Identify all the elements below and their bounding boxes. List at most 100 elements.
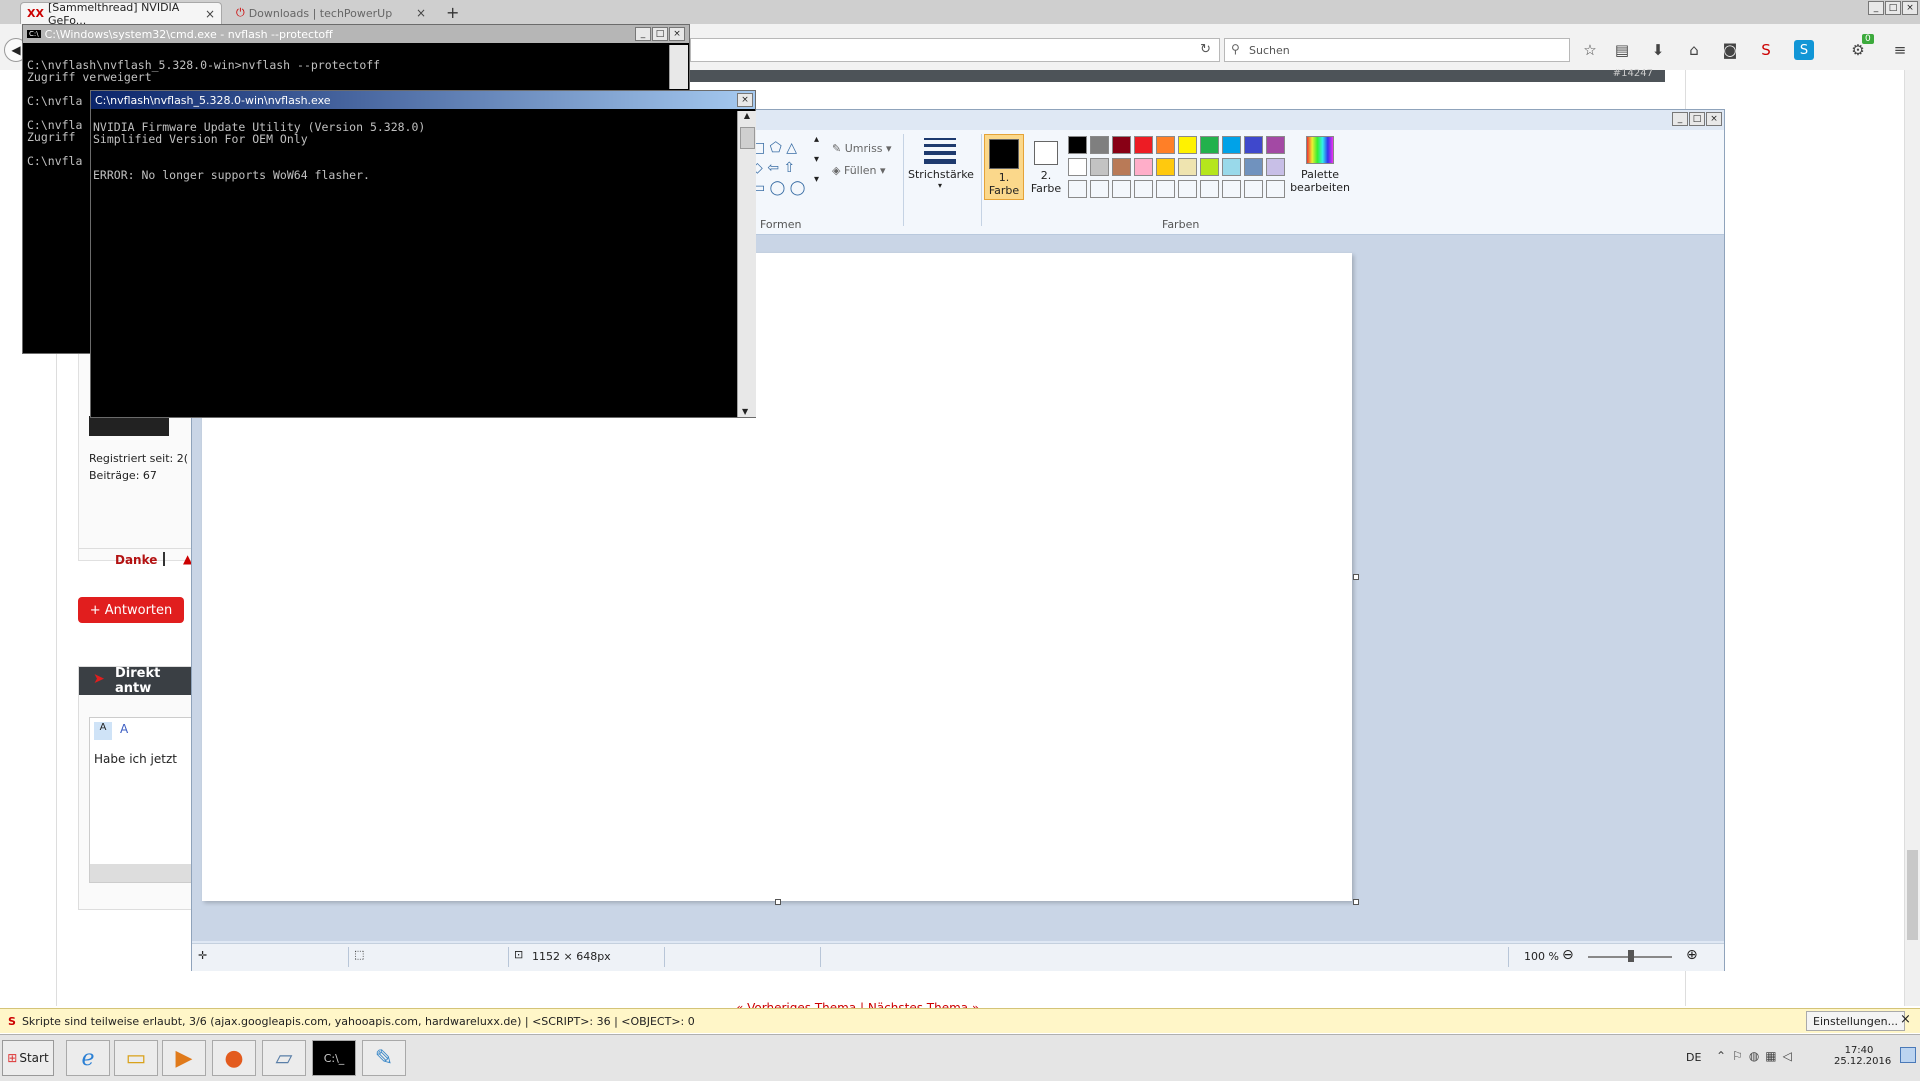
palette-swatch[interactable] — [1222, 136, 1241, 154]
scrollbar-thumb[interactable] — [740, 127, 755, 149]
pocket-icon[interactable]: ◙ — [1718, 38, 1742, 62]
resize-handle-bottom[interactable] — [775, 899, 781, 905]
noscript-settings-button[interactable]: Einstellungen... — [1806, 1011, 1906, 1031]
paint-minimize-button[interactable]: _ — [1672, 112, 1688, 126]
palette-swatch[interactable] — [1178, 180, 1197, 198]
cmd-back-titlebar[interactable]: C:\ C:\Windows\system32\cmd.exe - nvflas… — [23, 25, 689, 43]
palette-swatch[interactable] — [1222, 180, 1241, 198]
palette-swatch[interactable] — [1134, 180, 1153, 198]
editor-text[interactable]: Habe ich jetzt — [94, 752, 177, 766]
text-color-icon[interactable]: A — [120, 722, 128, 736]
palette-swatch[interactable] — [1156, 136, 1175, 154]
palette-swatch[interactable] — [1200, 180, 1219, 198]
cmd-window-front[interactable]: C:\nvflash\nvflash_5.328.0-win\nvflash.e… — [90, 90, 756, 418]
palette-swatch[interactable] — [1178, 158, 1197, 176]
start-button[interactable]: ⊞ Start — [2, 1040, 54, 1076]
palette-swatch[interactable] — [1244, 180, 1263, 198]
tray-icons[interactable]: ⌃⚐◍▦◁ — [1716, 1049, 1798, 1063]
palette-swatch[interactable] — [1134, 158, 1153, 176]
explorer-folder-icon[interactable]: ▭ — [114, 1040, 158, 1076]
maximize-button[interactable]: □ — [1885, 1, 1901, 15]
firefox-icon[interactable]: ● — [212, 1040, 256, 1076]
show-desktop-icon[interactable] — [1900, 1047, 1916, 1063]
color1-button[interactable]: 1. Farbe — [984, 134, 1024, 200]
search-input[interactable]: ⚲ Suchen — [1224, 38, 1570, 62]
cmd-taskbar-icon[interactable]: C:\_ — [312, 1040, 356, 1076]
close-tab-icon[interactable]: × — [205, 7, 215, 21]
editor-area[interactable]: A A Habe ich jetzt — [89, 717, 194, 883]
close-tab-icon[interactable]: × — [416, 6, 426, 20]
cmd-front-close[interactable]: × — [737, 93, 753, 107]
paint-close-button[interactable]: × — [1706, 112, 1722, 126]
scrollbar-thumb[interactable] — [1907, 850, 1918, 940]
page-scrollbar[interactable] — [1904, 70, 1920, 1006]
download-icon[interactable]: ⬇ — [1646, 38, 1670, 62]
bookmark-star-icon[interactable]: ☆ — [1578, 38, 1602, 62]
palette-swatch[interactable] — [1068, 180, 1087, 198]
scroll-up-icon[interactable]: ▴ — [814, 134, 819, 145]
scroll-up-icon[interactable]: ▲ — [738, 111, 756, 120]
cmd-back-maximize[interactable]: □ — [652, 27, 668, 41]
palette-swatch[interactable] — [1266, 180, 1285, 198]
palette-swatch[interactable] — [1266, 136, 1285, 154]
palette-swatch[interactable] — [1178, 136, 1197, 154]
paint-taskbar-icon[interactable]: ✎ — [362, 1040, 406, 1076]
palette-swatch[interactable] — [1112, 158, 1131, 176]
font-format-icon[interactable]: A — [94, 722, 112, 740]
cmd-back-scrollbar[interactable] — [669, 45, 688, 89]
close-window-button[interactable]: × — [1902, 1, 1918, 15]
language-indicator[interactable]: DE — [1686, 1051, 1701, 1064]
palette-swatch[interactable] — [1090, 136, 1109, 154]
paint-maximize-button[interactable]: □ — [1689, 112, 1705, 126]
fill-dropdown[interactable]: ◈ Füllen ▾ — [832, 164, 886, 177]
zoom-slider-thumb[interactable] — [1628, 950, 1634, 962]
scroll-down-icon[interactable]: ▾ — [814, 154, 819, 165]
palette-swatch[interactable] — [1200, 158, 1219, 176]
resize-handle-right[interactable] — [1353, 574, 1359, 580]
skype-icon[interactable]: S — [1794, 40, 1814, 60]
tab-techpowerup[interactable]: ⏻ Downloads | techPowerUp × — [230, 2, 432, 24]
internet-explorer-icon[interactable]: ℯ — [66, 1040, 110, 1076]
home-icon[interactable]: ⌂ — [1682, 38, 1706, 62]
palette-swatch[interactable] — [1134, 136, 1153, 154]
palette-swatch[interactable] — [1156, 158, 1175, 176]
notepad-icon[interactable]: ▱ — [262, 1040, 306, 1076]
palette-swatch[interactable] — [1244, 158, 1263, 176]
palette-swatch[interactable] — [1156, 180, 1175, 198]
shapes-gallery[interactable]: □ ⬠ △ ◇ ⇦ ⇧ ▭ ◯ ◯ — [752, 138, 822, 198]
new-tab-button[interactable]: + — [446, 3, 459, 22]
zoom-out-icon[interactable]: ⊖ — [1562, 947, 1574, 963]
palette-swatch[interactable] — [1090, 158, 1109, 176]
outline-dropdown[interactable]: ✎ Umriss ▾ — [832, 142, 892, 155]
cmd-front-titlebar[interactable]: C:\nvflash\nvflash_5.328.0-win\nvflash.e… — [91, 91, 755, 109]
clock[interactable]: 17:40 25.12.2016 — [1834, 1045, 1891, 1067]
scroll-down-icon[interactable]: ▼ — [742, 407, 748, 416]
palette-swatch[interactable] — [1112, 136, 1131, 154]
cmd-back-close[interactable]: × — [669, 27, 685, 41]
reply-button[interactable]: + Antworten — [78, 597, 184, 623]
noscript-icon[interactable]: S — [1754, 38, 1778, 62]
palette-swatch[interactable] — [1068, 136, 1087, 154]
cmd-front-scrollbar[interactable]: ▲ ▼ — [737, 111, 756, 417]
minimize-button[interactable]: _ — [1868, 1, 1884, 15]
palette-swatch[interactable] — [1112, 180, 1131, 198]
palette-swatch[interactable] — [1068, 158, 1087, 176]
reload-icon[interactable]: ↻ — [1200, 42, 1211, 57]
thanks-link[interactable]: Danke — [115, 553, 157, 567]
url-bar[interactable]: ↻ — [690, 38, 1220, 62]
post-number[interactable]: #14247 — [1613, 68, 1653, 79]
noscript-close-icon[interactable]: × — [1900, 1012, 1911, 1027]
palette-swatch[interactable] — [1244, 136, 1263, 154]
resize-handle-corner[interactable] — [1353, 899, 1359, 905]
palette-swatch[interactable] — [1200, 136, 1219, 154]
stroke-width-button[interactable]: Strichstärke ▾ — [908, 134, 974, 198]
media-player-icon[interactable]: ▶ — [162, 1040, 206, 1076]
palette-swatch[interactable] — [1090, 180, 1109, 198]
menu-icon[interactable]: ≡ — [1888, 38, 1912, 62]
edit-colors-button[interactable]: Palette bearbeiten — [1290, 134, 1350, 204]
bookmarks-list-icon[interactable]: ▤ — [1610, 38, 1634, 62]
zoom-in-icon[interactable]: ⊕ — [1686, 947, 1698, 963]
color2-button[interactable]: 2. Farbe — [1026, 134, 1066, 200]
cmd-back-minimize[interactable]: _ — [635, 27, 651, 41]
palette-swatch[interactable] — [1222, 158, 1241, 176]
